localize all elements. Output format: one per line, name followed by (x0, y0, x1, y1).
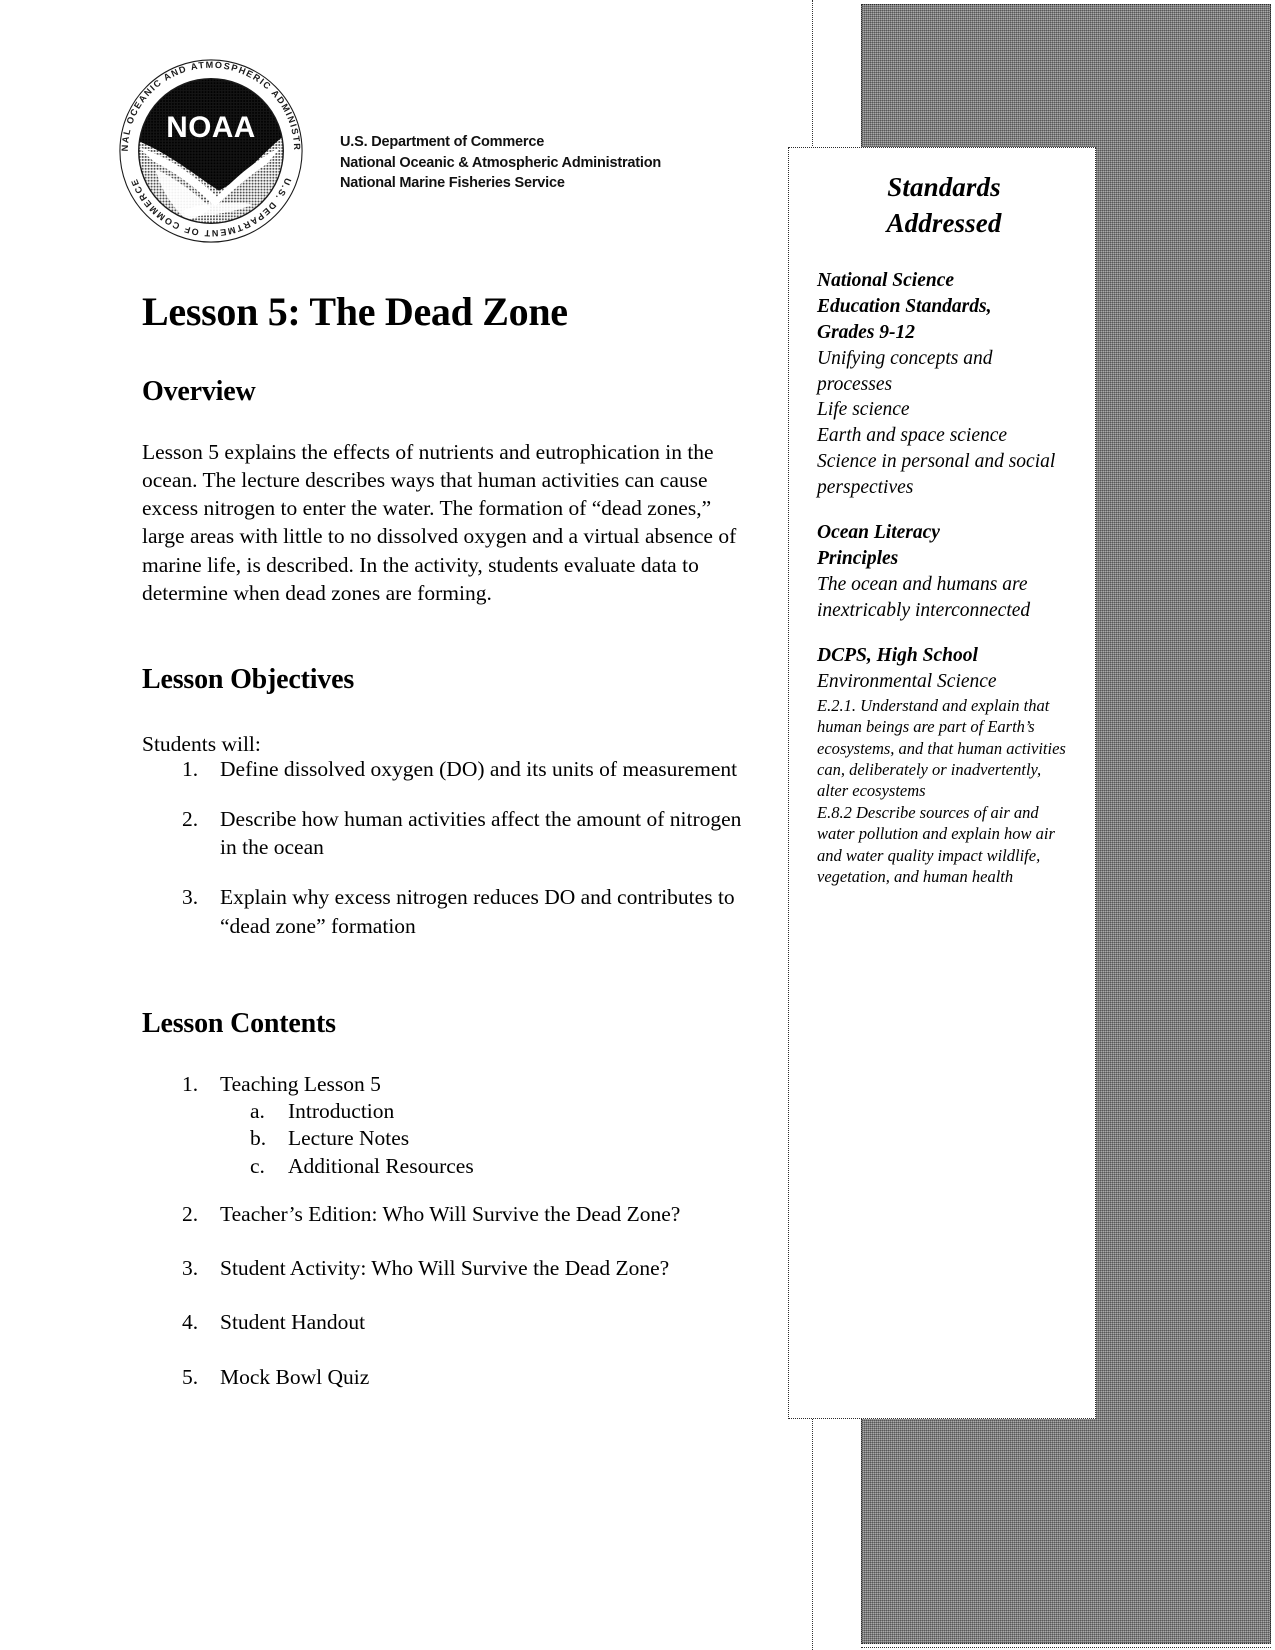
sublist-item: b. Lecture Notes (220, 1125, 762, 1152)
sublist-item: c. Additional Resources (220, 1153, 762, 1180)
page-title: Lesson 5: The Dead Zone (142, 289, 568, 334)
standards-item: Science in personal and social perspecti… (817, 451, 1056, 499)
list-marker: 4. (182, 1310, 199, 1335)
page-bottom-rule (861, 1647, 1271, 1648)
objectives-list: 1. Define dissolved oxygen (DO) and its … (142, 755, 762, 940)
overview-heading: Overview (142, 376, 256, 407)
sublist-text: Introduction (288, 1099, 395, 1124)
standards-title-line-2: Addressed (886, 207, 1002, 238)
agency-line-1: U.S. Department of Commerce (340, 134, 545, 150)
list-item: 1. Define dissolved oxygen (DO) and its … (142, 755, 762, 783)
list-marker: 2. (182, 807, 199, 832)
contents-list: 1. Teaching Lesson 5 a. Introduction b. … (142, 1070, 762, 1417)
list-item: 3. Explain why excess nitrogen reduces D… (142, 883, 762, 939)
list-text: Define dissolved oxygen (DO) and its uni… (220, 757, 738, 781)
list-text: Explain why excess nitrogen reduces DO a… (220, 885, 735, 938)
noaa-seal-logo: NATIONAL OCEANIC AND ATMOSPHERIC ADMINIS… (112, 52, 303, 243)
list-text: Teacher’s Edition: Who Will Survive the … (220, 1202, 681, 1227)
standards-group-ocean-literacy: Ocean Literacy Principles The ocean and … (817, 520, 1071, 624)
sublist-marker: b. (250, 1126, 267, 1151)
standards-item: Earth and space science (817, 425, 1008, 447)
list-text: Mock Bowl Quiz (220, 1364, 370, 1389)
agency-name-block: U.S. Department of Commerce National Oce… (340, 132, 661, 194)
list-item: 3. Student Activity: Who Will Survive th… (142, 1254, 762, 1282)
list-marker: 3. (182, 885, 199, 910)
standards-group-heading: Grades 9-12 (817, 321, 916, 343)
sublist-marker: c. (250, 1153, 265, 1178)
standards-title: Standards Addressed (817, 170, 1071, 242)
sublist-marker: a. (250, 1099, 265, 1124)
standards-detail: E.8.2 Describe sources of air and water … (817, 802, 1055, 887)
standards-group-nses: National Science Education Standards, Gr… (817, 268, 1071, 501)
list-item: 2. Teacher’s Edition: Who Will Survive t… (142, 1200, 762, 1228)
list-text: Describe how human activities affect the… (220, 807, 742, 860)
noaa-masthead: NATIONAL OCEANIC AND ATMOSPHERIC ADMINIS… (112, 52, 752, 257)
standards-item: Environmental Science (817, 670, 997, 692)
seal-wordmark: NOAA (166, 111, 255, 144)
standards-detail: E.2.1. Understand and explain that human… (817, 695, 1066, 801)
list-marker: 2. (182, 1202, 199, 1227)
standards-item: Unifying concepts and processes (817, 347, 993, 395)
list-item: 1. Teaching Lesson 5 a. Introduction b. … (142, 1070, 762, 1180)
objectives-heading: Lesson Objectives (142, 664, 355, 695)
list-marker: 1. (182, 1072, 199, 1096)
list-text: Student Handout (220, 1310, 366, 1335)
agency-line-3: National Marine Fisheries Service (340, 175, 565, 192)
list-item: 5. Mock Bowl Quiz (142, 1363, 762, 1391)
standards-group-heading: Ocean Literacy (817, 522, 940, 544)
standards-item: Life science (817, 399, 910, 421)
list-item: 4. Student Handout (142, 1308, 762, 1336)
list-text: Teaching Lesson 5 (220, 1072, 381, 1096)
list-marker: 5. (182, 1364, 199, 1389)
document-main-column: NATIONAL OCEANIC AND ATMOSPHERIC ADMINIS… (0, 0, 790, 1650)
list-marker: 3. (182, 1256, 199, 1281)
standards-group-heading: DCPS, High School (817, 644, 978, 666)
sublist-text: Additional Resources (288, 1153, 474, 1178)
standards-group-dcps: DCPS, High School Environmental Science … (817, 643, 1071, 888)
sublist: a. Introduction b. Lecture Notes c. Addi… (220, 1098, 762, 1180)
standards-addressed-callout: Standards Addressed National Science Edu… (788, 147, 1096, 1419)
standards-item: The ocean and humans are inextricably in… (817, 573, 1031, 621)
overview-paragraph: Lesson 5 explains the effects of nutrien… (142, 440, 737, 605)
standards-group-heading: Principles (817, 548, 899, 570)
agency-line-2: National Oceanic & Atmospheric Administr… (340, 154, 662, 171)
objectives-intro: Students will: (142, 732, 261, 756)
list-marker: 1. (182, 757, 199, 781)
contents-heading: Lesson Contents (142, 1008, 336, 1039)
sublist-item: a. Introduction (220, 1098, 762, 1125)
list-text: Student Activity: Who Will Survive the D… (220, 1256, 670, 1281)
sublist-text: Lecture Notes (288, 1126, 410, 1151)
list-item: 2. Describe how human activities affect … (142, 805, 762, 861)
standards-group-heading: National Science (817, 269, 955, 291)
standards-group-heading: Education Standards, (817, 295, 992, 317)
standards-title-line-1: Standards (887, 172, 1001, 202)
